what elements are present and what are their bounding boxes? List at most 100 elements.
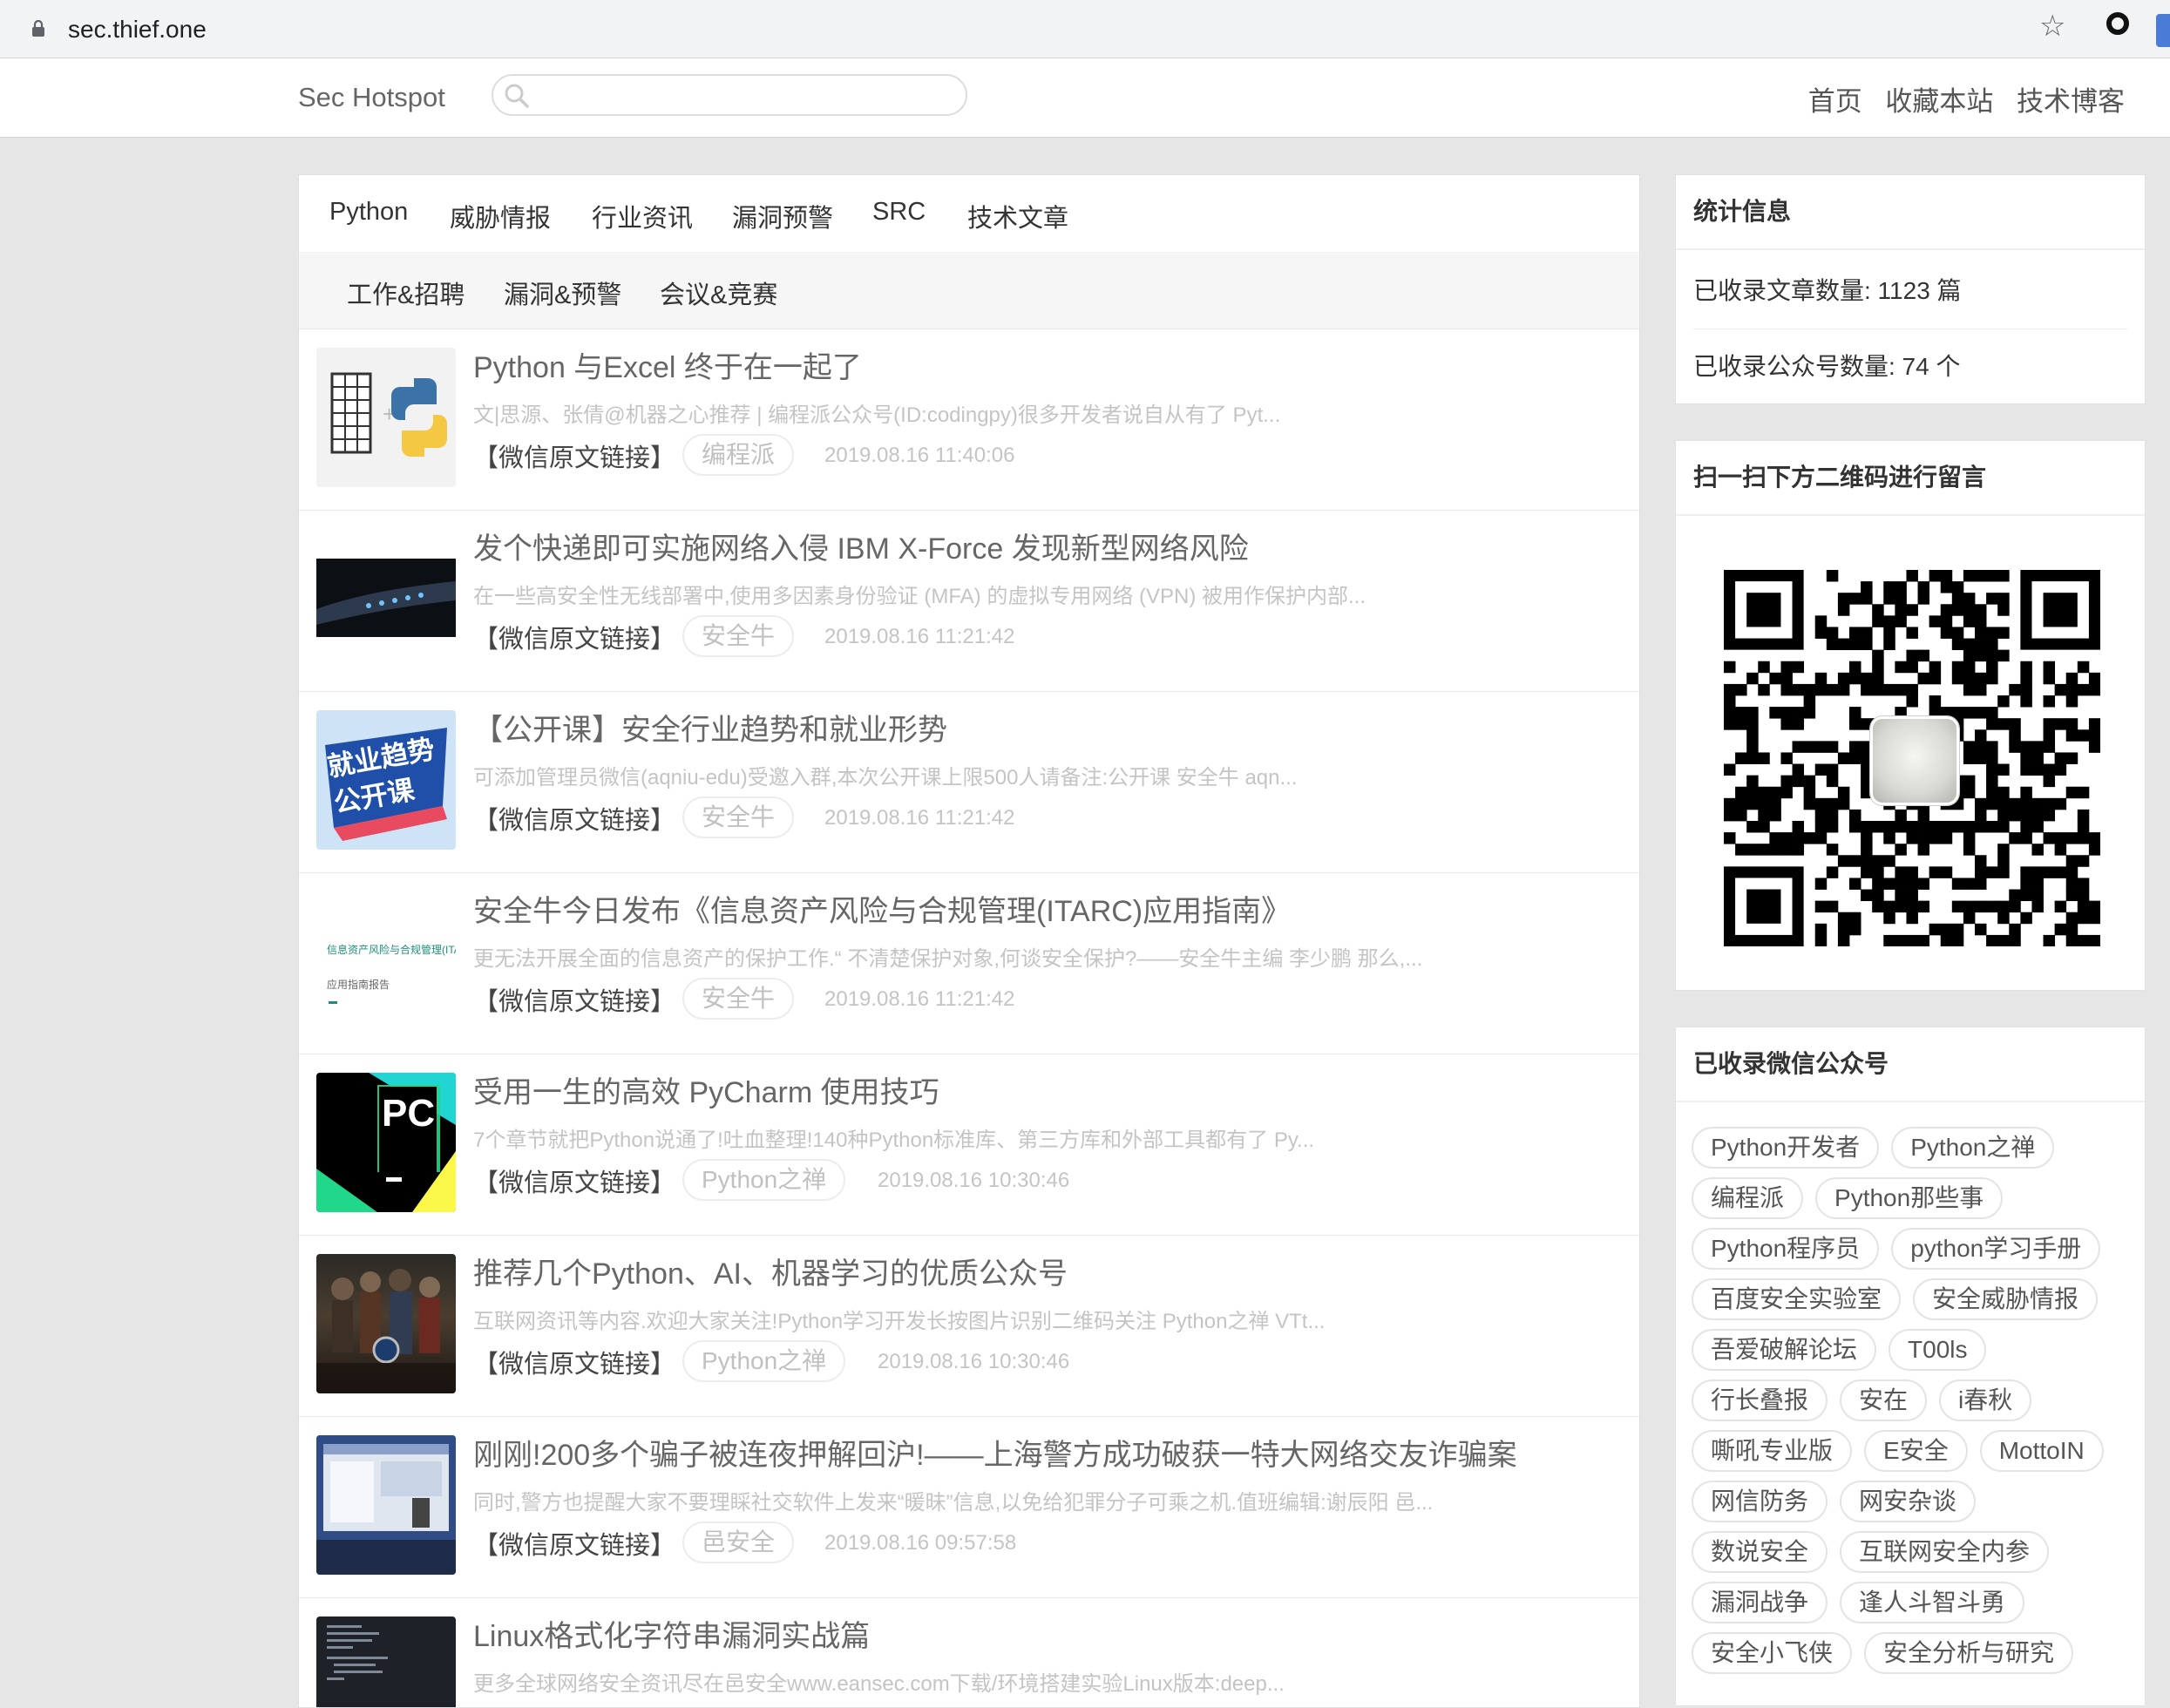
source-tag[interactable]: 安全牛 [682, 796, 795, 838]
tab-src[interactable]: SRC [872, 198, 926, 227]
excel-python-thumbnail[interactable]: + [316, 348, 456, 487]
article-title[interactable]: 发个快递即可实施网络入侵 IBM X-Force 发现新型网络风险 [473, 525, 1249, 567]
tab-conferences[interactable]: 会议&竞赛 [660, 274, 777, 311]
tab-vuln-alert[interactable]: 漏洞预警 [732, 198, 833, 234]
stats-title: 统计信息 [1676, 175, 2145, 250]
search-icon[interactable] [504, 83, 530, 109]
browser-toolbar: sec.thief.one ☆ [0, 0, 2170, 58]
site-header: Sec Hotspot 首页 收藏本站 技术博客 [0, 58, 2170, 138]
search-input[interactable] [540, 81, 953, 111]
bookmark-star-icon[interactable]: ☆ [2039, 9, 2065, 44]
qr-avatar-logo [1870, 716, 1959, 805]
wechat-original-link[interactable]: 【微信原文链接】 [473, 800, 675, 837]
account-chip[interactable]: 编程派 [1692, 1177, 1804, 1219]
account-chip[interactable]: python学习手册 [1891, 1228, 2101, 1270]
article-item: PC 受用一生的高效 PyCharm 使用技巧 7个章节就把Python说通了!… [299, 1054, 1639, 1236]
account-count: 已收录公众号数量: 74 个 [1693, 329, 2127, 403]
source-tag[interactable]: 邑安全 [682, 1522, 795, 1563]
account-chip[interactable]: i春秋 [1939, 1379, 2032, 1421]
article-date: 2019.08.16 11:21:42 [824, 625, 1015, 648]
url-text[interactable]: sec.thief.one [68, 16, 207, 44]
site-brand[interactable]: Sec Hotspot [298, 82, 445, 113]
account-chip[interactable]: 网信防务 [1692, 1481, 1828, 1522]
extension-circle-icon[interactable] [2106, 12, 2129, 35]
nav-tech-blog[interactable]: 技术博客 [2017, 86, 2125, 117]
wechat-original-link[interactable]: 【微信原文链接】 [473, 1344, 675, 1380]
account-chip[interactable]: 百度安全实验室 [1692, 1278, 1902, 1320]
report-cover-thumbnail[interactable]: 信息资产风险与合规管理(ITARC) 应用指南报告 [316, 891, 456, 1031]
course-banner-thumbnail[interactable]: 就业趋势 公开课 [316, 710, 456, 850]
article-title[interactable]: 安全牛今日发布《信息资产风险与合规管理(ITARC)应用指南》 [473, 887, 1291, 930]
screen-photo-thumbnail[interactable] [316, 1435, 456, 1575]
article-item: 推荐几个Python、AI、机器学习的优质公众号 互联网资讯等内容.欢迎大家关注… [299, 1236, 1639, 1417]
thumbnail-text: 应用指南报告 [327, 979, 390, 991]
tab-python[interactable]: Python [329, 198, 408, 227]
source-tag[interactable]: Python之禅 [682, 1159, 846, 1201]
article-item: 信息资产风险与合规管理(ITARC) 应用指南报告 安全牛今日发布《信息资产风险… [299, 873, 1639, 1054]
search-box[interactable] [492, 74, 967, 116]
tab-industry-news[interactable]: 行业资讯 [592, 198, 693, 234]
movie-poster-thumbnail[interactable] [316, 1254, 456, 1393]
wechat-original-link[interactable]: 【微信原文链接】 [473, 1162, 675, 1199]
account-chip[interactable]: 数说安全 [1692, 1531, 1828, 1573]
thumbnail-text: 信息资产风险与合规管理(ITARC) [327, 944, 456, 956]
account-chip[interactable]: T00ls [1889, 1329, 1987, 1371]
article-date: 2019.08.16 11:21:42 [824, 806, 1015, 830]
article-date: 2019.08.16 10:30:46 [878, 1350, 1070, 1373]
account-chip[interactable]: MottoIN [1979, 1430, 2104, 1472]
article-date: 2019.08.16 11:40:06 [824, 444, 1015, 467]
account-chip[interactable]: 网安杂谈 [1840, 1481, 1977, 1522]
article-title[interactable]: 推荐几个Python、AI、机器学习的优质公众号 [473, 1250, 1068, 1292]
account-chip[interactable]: 安全分析与研究 [1864, 1632, 2074, 1674]
wechat-original-link[interactable]: 【微信原文链接】 [473, 619, 675, 655]
address-bar[interactable]: sec.thief.one [7, 5, 2081, 51]
source-tag[interactable]: 编程派 [682, 434, 795, 476]
account-chip[interactable]: Python程序员 [1692, 1228, 1880, 1270]
account-chip[interactable]: 漏洞战争 [1692, 1582, 1828, 1623]
article-summary: 文|思源、张倩@机器之心推荐 | 编程派公众号(ID:codingpy)很多开发… [473, 403, 1281, 427]
source-tag[interactable]: 安全牛 [682, 615, 795, 657]
account-chip[interactable]: 吾爱破解论坛 [1692, 1329, 1877, 1371]
wechat-original-link[interactable]: 【微信原文链接】 [473, 437, 675, 474]
extension-badge-icon[interactable] [2156, 14, 2170, 47]
tab-jobs[interactable]: 工作&招聘 [347, 274, 465, 311]
account-chip[interactable]: 互联网安全内参 [1840, 1531, 2050, 1573]
account-chip[interactable]: 逢人斗智斗勇 [1840, 1582, 2025, 1623]
article-title[interactable]: Python 与Excel 终于在一起了 [473, 343, 862, 386]
qr-code [1724, 570, 2101, 947]
article-summary: 7个章节就把Python说通了!吐血整理!140种Python标准库、第三方库和… [473, 1128, 1315, 1152]
source-tag[interactable]: 安全牛 [682, 978, 795, 1020]
code-editor-thumbnail[interactable] [316, 1616, 456, 1707]
article-summary: 更无法开展全面的信息资产的保护工作.“ 不清楚保护对象,何谈安全保护?——安全牛… [473, 947, 1423, 971]
account-chip[interactable]: 安全威胁情报 [1913, 1278, 2099, 1320]
account-chip[interactable]: 行长叠报 [1692, 1379, 1828, 1421]
article-title[interactable]: 【公开课】安全行业趋势和就业形势 [473, 706, 947, 749]
tab-vuln-warning[interactable]: 漏洞&预警 [504, 274, 621, 311]
account-chip[interactable]: Python开发者 [1692, 1127, 1880, 1169]
nav-bookmark-site[interactable]: 收藏本站 [1885, 86, 1993, 117]
article-date: 2019.08.16 09:57:58 [824, 1531, 1017, 1555]
wechat-original-link[interactable]: 【微信原文链接】 [473, 981, 675, 1018]
tab-threat-intel[interactable]: 威胁情报 [450, 198, 551, 234]
account-chip[interactable]: 安全小飞侠 [1692, 1632, 1853, 1674]
router-device-thumbnail[interactable] [316, 529, 456, 668]
tab-tech-articles[interactable]: 技术文章 [967, 198, 1068, 234]
pycharm-logo-thumbnail[interactable]: PC [316, 1073, 456, 1212]
account-chip[interactable]: Python之禅 [1891, 1127, 2055, 1169]
thumbnail-text: PC [382, 1092, 436, 1135]
article-title[interactable]: 刚刚!200多个骗子被连夜押解回沪!——上海警方成功破获一特大网络交友诈骗案 [473, 1431, 1517, 1474]
source-tag[interactable]: Python之禅 [682, 1340, 846, 1382]
article-title[interactable]: 受用一生的高效 PyCharm 使用技巧 [473, 1068, 939, 1111]
nav-home[interactable]: 首页 [1808, 86, 1862, 117]
article-item: Linux格式化字符串漏洞实战篇 更多全球网络安全资讯尽在邑安全www.eans… [299, 1598, 1639, 1707]
stats-panel: 统计信息 已收录文章数量: 1123 篇 已收录公众号数量: 74 个 [1675, 174, 2146, 404]
account-chip[interactable]: 安在 [1840, 1379, 1928, 1421]
article-summary: 可添加管理员微信(aqniu-edu)受邀入群,本次公开课上限500人请备注:公… [473, 766, 1298, 790]
account-chip[interactable]: E安全 [1864, 1430, 1968, 1472]
top-nav: 首页 收藏本站 技术博客 [1793, 79, 2125, 119]
account-chip[interactable]: Python那些事 [1815, 1177, 2004, 1219]
qr-panel: 扫一扫下方二维码进行留言 [1675, 440, 2146, 991]
article-title[interactable]: Linux格式化字符串漏洞实战篇 [473, 1612, 870, 1655]
account-chip[interactable]: 嘶吼专业版 [1692, 1430, 1853, 1472]
wechat-original-link[interactable]: 【微信原文链接】 [473, 1525, 675, 1562]
